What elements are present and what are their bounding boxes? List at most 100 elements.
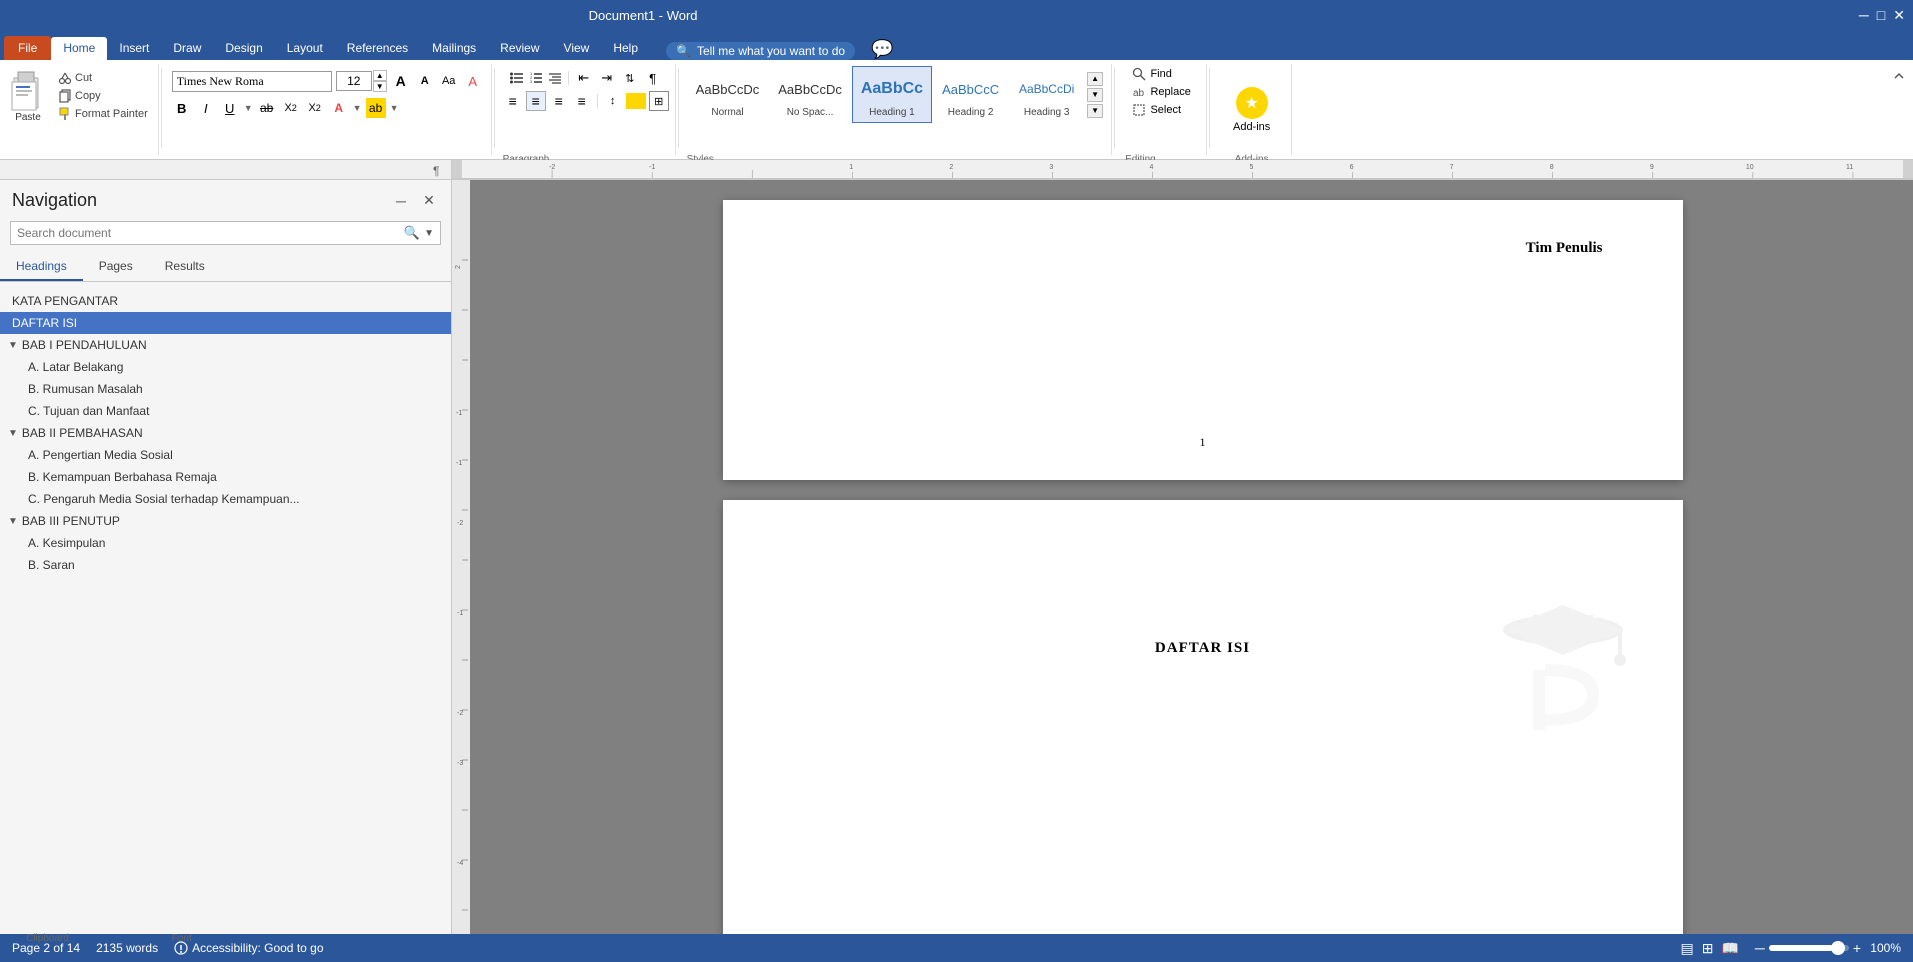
zoom-level[interactable]: 100% [1865,941,1901,955]
nav-item-kata-pengantar[interactable]: KATA PENGANTAR [0,290,451,312]
nav-item-bab3-b[interactable]: B. Saran [0,554,451,576]
tab-design[interactable]: Design [213,37,274,60]
text-color-dropdown[interactable]: ▼ [353,103,362,113]
nav-item-bab1-a[interactable]: A. Latar Belakang [0,356,451,378]
shrink-font-btn[interactable]: A [415,71,435,91]
addins-button[interactable]: ★ Add-ins [1233,87,1270,133]
justify-btn[interactable]: ≡ [572,91,592,111]
highlight-dropdown[interactable]: ▼ [390,103,399,113]
styles-expand[interactable]: ▼ [1087,104,1103,118]
nav-item-bab1-b[interactable]: B. Rumusan Masalah [0,378,451,400]
tab-references[interactable]: References [335,37,420,60]
tab-review[interactable]: Review [488,37,551,60]
tab-help[interactable]: Help [601,37,650,60]
tab-view[interactable]: View [552,37,602,60]
nav-item-bab3[interactable]: ▼ BAB III PENUTUP [0,510,451,532]
format-painter-button[interactable]: Format Painter [54,106,152,122]
line-spacing-btn[interactable]: ↕ [603,91,623,111]
nav-item-bab2-b[interactable]: B. Kemampuan Berbahasa Remaja [0,466,451,488]
nav-item-daftar-isi[interactable]: DAFTAR ISI [0,312,451,334]
subscript-btn[interactable]: X2 [281,98,301,118]
borders-btn[interactable]: ⊞ [649,91,669,111]
nav-item-bab2[interactable]: ▼ BAB II PEMBAHASAN [0,422,451,444]
shading-btn[interactable] [626,93,646,109]
nav-tab-results[interactable]: Results [149,253,221,281]
align-right-btn[interactable]: ≡ [549,91,569,111]
tab-layout[interactable]: Layout [275,37,335,60]
style-normal[interactable]: AaBbCcDc Normal [687,66,769,123]
highlight-btn[interactable]: ab [366,98,386,118]
nav-collapse-btn[interactable]: ─ [391,191,411,211]
view-read-btn[interactable]: 📖 [1721,940,1738,957]
sort-btn[interactable]: ⇅ [620,68,640,88]
clear-format-btn[interactable]: A [463,71,483,91]
select-button[interactable]: Select [1130,102,1192,118]
document-area[interactable]: 2 -1 -1 -2 -1 -2 -3 [452,180,1913,934]
nav-close-btn[interactable]: ✕ [419,191,439,211]
strikethrough-btn[interactable]: ab [257,98,277,118]
search-ribbon[interactable]: 🔍 Tell me what you want to do [666,42,855,60]
zoom-out-btn[interactable]: ─ [1755,940,1765,956]
accessibility-info[interactable]: Accessibility: Good to go [174,941,323,955]
search-dropdown-btn[interactable]: ▼ [424,228,434,239]
styles-scroll-up[interactable]: ▲ [1087,72,1103,86]
minimize-btn[interactable]: ─ [1859,7,1869,24]
align-center-btn[interactable]: ≡ [526,91,546,111]
change-case-btn[interactable]: Aa [439,71,459,91]
style-heading3[interactable]: AaBbCcDi Heading 3 [1009,66,1084,123]
maximize-btn[interactable]: □ [1877,7,1885,24]
copy-button[interactable]: Copy [54,88,152,104]
multilevel-icon[interactable] [547,70,563,86]
tab-home[interactable]: Home [51,37,107,60]
style-no-space[interactable]: AaBbCcDc No Spac... [769,66,851,123]
font-size-down[interactable]: ▼ [373,81,387,92]
numbering-icon[interactable]: 123 [528,70,544,86]
nav-item-bab2-c[interactable]: C. Pengaruh Media Sosial terhadap Kemamp… [0,488,451,510]
nav-tab-headings[interactable]: Headings [0,253,83,281]
comment-btn[interactable]: 💬 [871,39,893,60]
font-size-up[interactable]: ▲ [373,70,387,81]
tab-insert[interactable]: Insert [107,37,161,60]
zoom-slider[interactable] [1769,945,1849,951]
nav-search-input[interactable] [17,226,404,240]
find-button[interactable]: Find [1130,66,1192,82]
italic-btn[interactable]: I [196,98,216,118]
search-icon[interactable]: 🔍 [404,225,420,241]
text-color-btn[interactable]: A [329,98,349,118]
decrease-indent-btn[interactable]: ⇤ [574,68,594,88]
ribbon-collapse-btn[interactable] [1885,66,1913,155]
underline-btn[interactable]: U [220,98,240,118]
cut-button[interactable]: Cut [54,70,152,86]
font-size-input[interactable] [336,71,372,91]
nav-search[interactable]: 🔍 ▼ [10,221,441,245]
bullets-icon[interactable] [509,70,525,86]
tab-mailings[interactable]: Mailings [420,37,488,60]
close-btn[interactable]: ✕ [1893,7,1905,24]
nav-item-bab1[interactable]: ▼ BAB I PENDAHULUAN [0,334,451,356]
replace-button[interactable]: ab Replace [1130,84,1192,100]
page-1[interactable]: Tim Penulis 1 [723,200,1683,480]
increase-indent-btn[interactable]: ⇥ [597,68,617,88]
view-print-btn[interactable]: ▤ [1680,940,1693,957]
show-formatting-btn[interactable]: ¶ [643,68,663,88]
nav-item-bab3-a[interactable]: A. Kesimpulan [0,532,451,554]
styles-scroll-down[interactable]: ▼ [1087,88,1103,102]
nav-item-bab1-c[interactable]: C. Tujuan dan Manfaat [0,400,451,422]
nav-item-bab2-a[interactable]: A. Pengertian Media Sosial [0,444,451,466]
grow-font-btn[interactable]: A [391,71,411,91]
view-web-btn[interactable]: ⊞ [1702,940,1714,957]
paste-button[interactable]: Paste [4,66,52,125]
font-name-input[interactable] [172,71,332,92]
superscript-btn[interactable]: X2 [305,98,325,118]
nav-tab-pages[interactable]: Pages [83,253,149,281]
zoom-in-btn[interactable]: + [1853,940,1861,956]
bold-btn[interactable]: B [172,98,192,118]
page-2[interactable]: DAFTAR ISI [723,500,1683,934]
align-left-btn[interactable]: ≡ [503,91,523,111]
tab-draw[interactable]: Draw [161,37,213,60]
style-heading2[interactable]: AaBbCcC Heading 2 [933,66,1008,123]
style-heading1[interactable]: AaBbCc Heading 1 [852,66,932,123]
tab-file[interactable]: File [4,36,51,60]
paragraph-mark-icon[interactable]: ¶ [431,162,447,178]
underline-dropdown[interactable]: ▼ [244,103,253,113]
